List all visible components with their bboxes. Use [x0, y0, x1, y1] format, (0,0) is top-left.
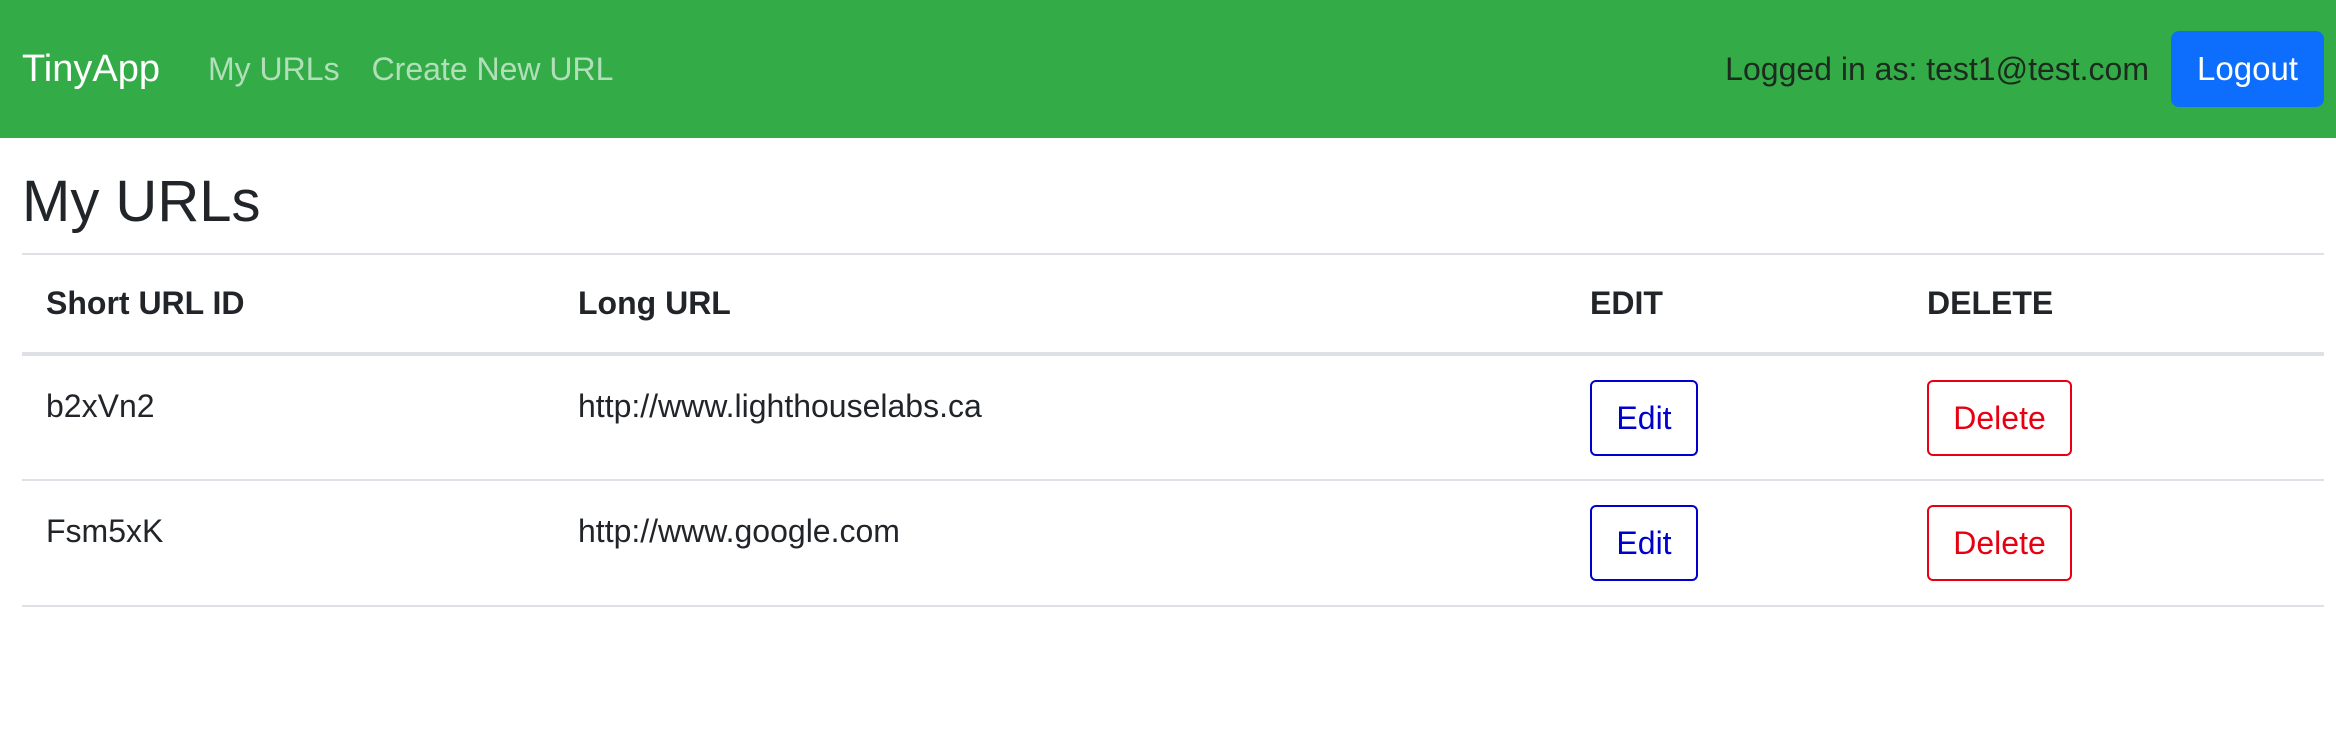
logged-in-status: Logged in as: test1@test.com	[1725, 50, 2149, 87]
navbar: TinyApp My URLs Create New URL Logged in…	[0, 0, 2336, 138]
nav-link-my-urls[interactable]: My URLs	[208, 51, 340, 88]
table-row: b2xVn2 http://www.lighthouselabs.ca Edit…	[22, 354, 2324, 481]
delete-cell: Delete	[1903, 480, 2324, 607]
page-title: My URLs	[22, 169, 261, 234]
header-long-url: Long URL	[554, 254, 1566, 356]
table-row: Fsm5xK http://www.google.com Edit Delete	[22, 480, 2324, 607]
urls-table: Short URL ID Long URL EDIT DELETE b2xVn2…	[22, 253, 2324, 607]
edit-button[interactable]: Edit	[1590, 505, 1698, 581]
header-short-url-id: Short URL ID	[22, 254, 554, 356]
brand-link[interactable]: TinyApp	[22, 48, 160, 91]
long-url-cell: http://www.google.com	[554, 480, 1566, 607]
nav-link-create-new-url[interactable]: Create New URL	[372, 51, 614, 88]
delete-button[interactable]: Delete	[1927, 505, 2072, 581]
edit-cell: Edit	[1566, 480, 1903, 607]
delete-button[interactable]: Delete	[1927, 380, 2072, 456]
logout-button[interactable]: Logout	[2171, 31, 2324, 107]
header-delete: DELETE	[1903, 254, 2324, 356]
long-url-cell: http://www.lighthouselabs.ca	[554, 354, 1566, 481]
delete-cell: Delete	[1903, 354, 2324, 481]
short-url-id-cell: Fsm5xK	[22, 480, 554, 607]
short-url-id-cell: b2xVn2	[22, 354, 554, 481]
table-header-row: Short URL ID Long URL EDIT DELETE	[22, 254, 2324, 356]
edit-button[interactable]: Edit	[1590, 380, 1698, 456]
edit-cell: Edit	[1566, 354, 1903, 481]
header-edit: EDIT	[1566, 254, 1903, 356]
